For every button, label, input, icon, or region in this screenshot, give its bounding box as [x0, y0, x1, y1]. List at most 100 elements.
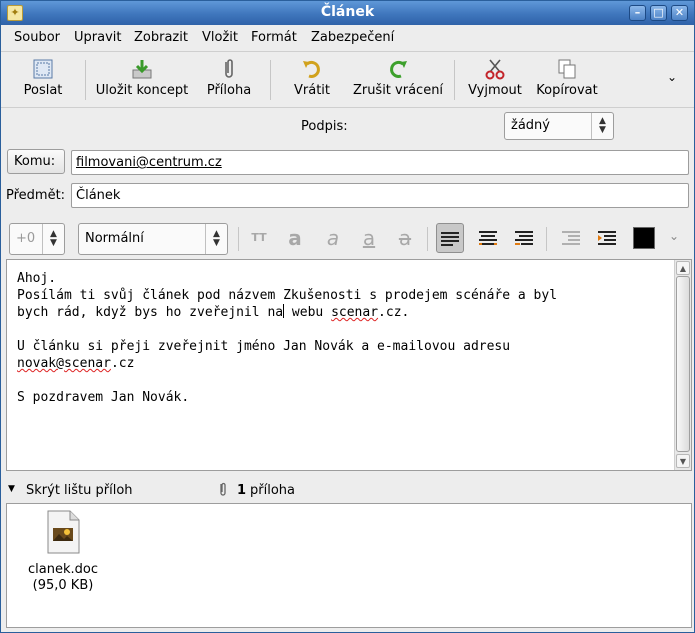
attachment-item[interactable]: clanek.doc (95,0 KB) — [25, 510, 101, 593]
close-button[interactable]: ✕ — [671, 5, 688, 21]
misspelled-word: novak@ — [17, 356, 64, 371]
subject-field[interactable]: Článek — [71, 183, 689, 208]
align-center-icon[interactable] — [474, 223, 502, 253]
toolbar-separator — [427, 227, 428, 251]
toolbar-separator — [454, 60, 455, 100]
title-bar: ✦ Článek – □ ✕ — [1, 1, 694, 25]
undo-icon — [303, 60, 320, 78]
attach-button[interactable]: Příloha — [205, 58, 253, 98]
body-line: S pozdravem Jan Novák. — [17, 390, 190, 405]
copy-button[interactable]: Kopírovat — [535, 58, 599, 98]
toolbar-overflow-chevron-icon[interactable]: ⌄ — [667, 70, 677, 84]
italic-icon[interactable]: a — [319, 223, 347, 253]
redo-icon — [390, 60, 407, 78]
toolbar-separator — [270, 60, 271, 100]
align-right-icon[interactable] — [510, 223, 538, 253]
signature-select[interactable]: žádný ▲ ▼ — [504, 112, 614, 140]
outdent-icon[interactable] — [557, 223, 585, 253]
strikethrough-icon[interactable]: a — [391, 223, 419, 253]
underline-icon[interactable]: a — [355, 223, 383, 253]
attachment-pane: clanek.doc (95,0 KB) — [6, 503, 692, 628]
font-size-stepper[interactable]: +0 ▲ ▼ — [9, 223, 65, 255]
send-button[interactable]: Poslat — [21, 58, 65, 98]
copy-label: Kopírovat — [536, 83, 598, 98]
redo-button[interactable]: Zrušit vrácení — [352, 58, 444, 98]
text-color-fill — [634, 228, 654, 248]
misspelled-word: scenar — [331, 305, 379, 320]
attach-label: Příloha — [206, 83, 252, 98]
copy-icon — [558, 59, 576, 79]
scissors-icon — [485, 59, 505, 80]
window-title: Článek — [320, 4, 375, 20]
collapse-triangle-icon[interactable]: ▼ — [8, 484, 15, 494]
attachment-count: 1 — [237, 483, 247, 498]
redo-label: Zrušit vrácení — [352, 83, 444, 98]
body-line: .cz. — [378, 305, 410, 320]
maximize-button[interactable]: □ — [650, 5, 667, 21]
signature-label: Podpis: — [301, 119, 348, 134]
body-line: .cz — [110, 356, 135, 371]
formatting-toolbar: +0 ▲ ▼ Normální ▲ ▼ TT a a a a ⌄ — [1, 217, 694, 259]
signature-value: žádný — [511, 118, 550, 133]
misspelled-word: scenar — [63, 356, 111, 371]
message-body-text: Ahoj. Posílám ti svůj článek pod názvem … — [17, 270, 667, 406]
undo-label: Vrátit — [293, 83, 330, 98]
to-address-type-button[interactable]: Komu: — [7, 149, 65, 174]
subject-value: Článek — [76, 188, 121, 203]
scroll-down-arrow-icon[interactable]: ▼ — [676, 454, 690, 468]
vertical-scrollbar[interactable]: ▲ ▼ — [674, 260, 691, 470]
minimize-button[interactable]: – — [629, 5, 646, 21]
spin-arrows-icon: ▲ ▼ — [42, 224, 64, 254]
body-line: bych rád, když bys ho zveřejnil na — [17, 305, 284, 320]
scroll-up-arrow-icon[interactable]: ▲ — [676, 261, 690, 275]
menu-upravit[interactable]: Upravit — [74, 30, 121, 45]
attachment-size: (95,0 KB) — [32, 578, 94, 593]
body-line: U článku si přeji zveřejnit jméno Jan No… — [17, 339, 511, 354]
teletype-icon[interactable]: TT — [245, 223, 273, 253]
text-color-swatch[interactable] — [633, 227, 655, 249]
menu-format[interactable]: Formát — [251, 30, 297, 45]
attachment-bar: ▼ Skrýt lištu příloh 1 příloha — [1, 479, 694, 503]
menu-zabezpeceni[interactable]: Zabezpečení — [311, 30, 394, 45]
to-value: filmovani@centrum.cz — [76, 155, 222, 170]
body-line: Ahoj. — [17, 271, 57, 286]
indent-icon[interactable] — [593, 223, 621, 253]
cut-button[interactable]: Vyjmout — [467, 58, 523, 98]
body-line: webu — [284, 305, 332, 320]
spin-arrows-icon: ▲ ▼ — [205, 224, 227, 254]
main-toolbar: Poslat Uložit koncept Příloha Vrátit Zru… — [1, 51, 694, 108]
scrollbar-thumb[interactable] — [676, 276, 690, 452]
save-draft-button[interactable]: Uložit koncept — [95, 58, 189, 98]
to-field[interactable]: filmovani@centrum.cz — [71, 150, 689, 175]
toolbar-separator — [85, 60, 86, 100]
spin-arrows-icon: ▲ ▼ — [591, 113, 613, 139]
to-label: Komu: — [14, 154, 56, 169]
menu-bar: Soubor Upravit Zobrazit Vložit Formát Za… — [1, 26, 694, 50]
attachment-count-label: příloha — [250, 483, 295, 498]
hide-attachments-toggle[interactable]: Skrýt lištu příloh — [26, 483, 133, 498]
menu-soubor[interactable]: Soubor — [14, 30, 60, 45]
subject-label: Předmět: — [6, 188, 66, 203]
send-icon — [33, 59, 53, 79]
attachment-filename: clanek.doc — [28, 562, 98, 577]
body-line: Posílám ti svůj článek pod názvem Zkušen… — [17, 288, 558, 303]
send-label: Poslat — [23, 83, 63, 98]
save-icon — [132, 60, 152, 79]
compose-window: ✦ Článek – □ ✕ Soubor Upravit Zobrazit V… — [0, 0, 695, 633]
paperclip-icon — [225, 59, 233, 78]
menu-vlozit[interactable]: Vložit — [202, 30, 238, 45]
formatting-overflow-chevron-icon[interactable]: ⌄ — [669, 229, 679, 243]
cut-label: Vyjmout — [468, 83, 522, 98]
bold-icon[interactable]: a — [281, 223, 309, 253]
message-body-editor[interactable]: Ahoj. Posílám ti svůj článek pod názvem … — [6, 259, 692, 471]
menu-zobrazit[interactable]: Zobrazit — [134, 30, 188, 45]
align-left-icon[interactable] — [436, 223, 464, 253]
toolbar-separator — [238, 227, 239, 251]
paragraph-style-select[interactable]: Normální ▲ ▼ — [78, 223, 228, 255]
toolbar-separator — [546, 227, 547, 251]
save-draft-label: Uložit koncept — [95, 83, 189, 98]
undo-button[interactable]: Vrátit — [290, 58, 334, 98]
paragraph-style-value: Normální — [85, 231, 144, 246]
font-size-value: +0 — [16, 231, 36, 246]
document-file-icon — [47, 510, 80, 554]
